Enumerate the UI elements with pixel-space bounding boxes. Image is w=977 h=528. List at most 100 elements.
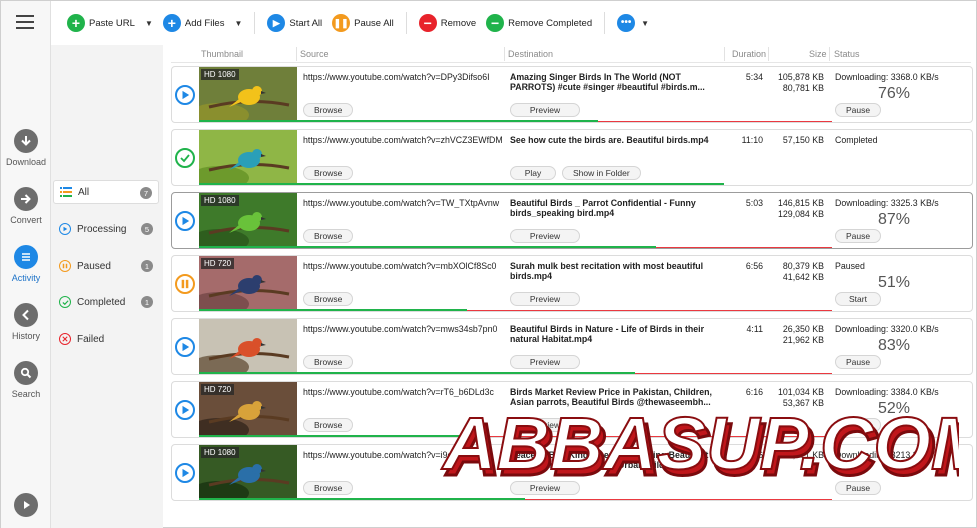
show-in-folder-button[interactable]: Show in Folder bbox=[562, 166, 641, 180]
column-divider bbox=[504, 47, 505, 61]
size-downloaded: 41,642 KB bbox=[782, 272, 824, 282]
activity-list-icon bbox=[14, 245, 38, 269]
filter-processing[interactable]: Processing 5 bbox=[53, 217, 159, 241]
progress-remaining bbox=[472, 436, 832, 437]
source-url: https://www.youtube.com/watch?v=zhVCZ3EW… bbox=[303, 135, 503, 145]
browse-button[interactable]: Browse bbox=[303, 418, 354, 432]
filter-paused[interactable]: Paused 1 bbox=[53, 254, 159, 278]
destination-filename: Beautiful Birds _ Parrot Confidential - … bbox=[510, 198, 696, 218]
row-state-button[interactable] bbox=[175, 148, 195, 168]
column-divider bbox=[829, 47, 830, 61]
source-url: https://www.youtube.com/watch?v=mbXOlCf8… bbox=[303, 261, 497, 271]
more-options-button[interactable]: ••• ▼ bbox=[617, 14, 649, 32]
start-button[interactable]: Start bbox=[835, 292, 881, 306]
filter-completed[interactable]: Completed 1 bbox=[53, 290, 159, 314]
preview-button[interactable]: Preview bbox=[510, 355, 580, 369]
browse-button[interactable]: Browse bbox=[303, 229, 354, 243]
rail-convert-label: Convert bbox=[10, 215, 42, 225]
preview-button[interactable]: Preview bbox=[510, 292, 580, 306]
play-icon bbox=[180, 216, 190, 226]
row-state-button[interactable] bbox=[175, 337, 195, 357]
table-row[interactable]: HD 720 https://www.youtube.com/watch?v=r… bbox=[171, 381, 973, 438]
preview-button[interactable]: Preview bbox=[510, 229, 580, 243]
table-row[interactable]: https://www.youtube.com/watch?v=mws34sb7… bbox=[171, 318, 973, 375]
start-all-button[interactable]: ▶ Start All bbox=[267, 14, 322, 32]
add-files-label: Add Files bbox=[184, 17, 225, 29]
row-state-button[interactable] bbox=[175, 211, 195, 231]
remove-completed-label: Remove Completed bbox=[508, 17, 593, 29]
play-button[interactable]: Play bbox=[510, 166, 556, 180]
remove-button[interactable]: − Remove bbox=[418, 14, 477, 32]
size: 146,815 KB 129,084 KB bbox=[766, 198, 824, 220]
destination-filename: Amazing Singer Birds In The World (NOT P… bbox=[510, 72, 705, 92]
remove-completed-button[interactable]: − Remove Completed bbox=[486, 14, 592, 32]
table-row[interactable]: https://www.youtube.com/watch?v=zhVCZ3EW… bbox=[171, 129, 973, 186]
toolbar-divider bbox=[254, 12, 256, 34]
destination-filename: Peaceful Bird Kingfisher - A Stunning Be… bbox=[510, 450, 709, 470]
pause-button[interactable]: Pause bbox=[835, 355, 881, 369]
browse-button[interactable]: Browse bbox=[303, 166, 354, 180]
remove-label: Remove bbox=[440, 17, 477, 29]
column-size[interactable]: Size bbox=[809, 49, 827, 59]
preview-button[interactable]: Preview bbox=[510, 418, 580, 432]
column-destination[interactable]: Destination bbox=[508, 49, 553, 59]
table-row[interactable]: HD 1080 https://www.youtube.com/watch?v=… bbox=[171, 192, 973, 249]
rail-activity[interactable]: Activity bbox=[1, 245, 51, 283]
column-source[interactable]: Source bbox=[300, 49, 329, 59]
source-url: https://www.youtube.com/watch?v=mws34sb7… bbox=[303, 324, 498, 334]
pause-button[interactable]: Pause bbox=[835, 418, 881, 432]
filter-paused-count: 1 bbox=[141, 260, 153, 272]
rail-history[interactable]: History bbox=[1, 303, 51, 341]
preview-button[interactable]: Preview bbox=[510, 103, 580, 117]
error-x-icon bbox=[59, 333, 71, 345]
filter-failed[interactable]: Failed bbox=[53, 327, 159, 351]
filter-all[interactable]: All 7 bbox=[53, 180, 159, 204]
plus-icon: + bbox=[162, 14, 181, 32]
play-icon bbox=[180, 405, 190, 415]
rail-convert[interactable]: Convert bbox=[1, 187, 51, 225]
browse-button[interactable]: Browse bbox=[303, 103, 354, 117]
pause-all-button[interactable]: ❚❚ Pause All bbox=[332, 14, 394, 32]
column-thumbnail[interactable]: Thumbnail bbox=[201, 49, 243, 59]
column-divider bbox=[296, 47, 297, 61]
pause-button[interactable]: Pause bbox=[835, 103, 881, 117]
duration: 6:56 bbox=[745, 261, 763, 271]
pause-button[interactable]: Pause bbox=[835, 481, 881, 495]
table-row[interactable]: HD 1080 https://www.youtube.com/watch?v=… bbox=[171, 66, 973, 123]
add-files-button[interactable]: + Add Files ▼ bbox=[162, 14, 242, 32]
chevron-down-icon[interactable]: ▼ bbox=[234, 19, 242, 28]
rail-play[interactable] bbox=[1, 493, 51, 521]
column-duration[interactable]: Duration bbox=[732, 49, 766, 59]
progress-bar bbox=[199, 120, 598, 122]
toolbar-divider bbox=[604, 12, 606, 34]
browse-button[interactable]: Browse bbox=[303, 292, 354, 306]
table-row[interactable]: HD 1080 https://www.youtube.com/watch?v=… bbox=[171, 444, 973, 501]
row-state-button[interactable] bbox=[175, 85, 195, 105]
progress-bar bbox=[199, 435, 472, 437]
row-state-button[interactable] bbox=[175, 274, 195, 294]
table-row[interactable]: HD 720 https://www.youtube.com/watch?v=m… bbox=[171, 255, 973, 312]
progress-bar bbox=[199, 246, 656, 248]
rail-search[interactable]: Search bbox=[1, 361, 51, 399]
pause-button[interactable]: Pause bbox=[835, 229, 881, 243]
source-url: https://www.youtube.com/watch?v=rT6_b6DL… bbox=[303, 387, 494, 397]
thumbnail: HD 1080 bbox=[199, 193, 297, 248]
browse-button[interactable]: Browse bbox=[303, 481, 354, 495]
browse-button[interactable]: Browse bbox=[303, 355, 354, 369]
rail-download[interactable]: Download bbox=[1, 129, 51, 167]
size: 105,878 KB 80,781 KB bbox=[766, 72, 824, 94]
paste-url-button[interactable]: + Paste URL ▼ bbox=[67, 14, 153, 32]
size-downloaded: 53,367 KB bbox=[782, 398, 824, 408]
chevron-down-icon[interactable]: ▼ bbox=[145, 19, 153, 28]
pause-icon: ❚❚ bbox=[332, 14, 351, 32]
preview-button[interactable]: Preview bbox=[510, 481, 580, 495]
column-status[interactable]: Status bbox=[834, 49, 860, 59]
row-state-button[interactable] bbox=[175, 463, 195, 483]
menu-icon[interactable] bbox=[16, 15, 34, 30]
play-icon bbox=[180, 90, 190, 100]
row-state-button[interactable] bbox=[175, 400, 195, 420]
app-window: Download Convert Activity History Search bbox=[0, 0, 977, 528]
filter-completed-count: 1 bbox=[141, 296, 153, 308]
progress-bar bbox=[199, 498, 525, 500]
minus-icon: − bbox=[418, 14, 437, 32]
